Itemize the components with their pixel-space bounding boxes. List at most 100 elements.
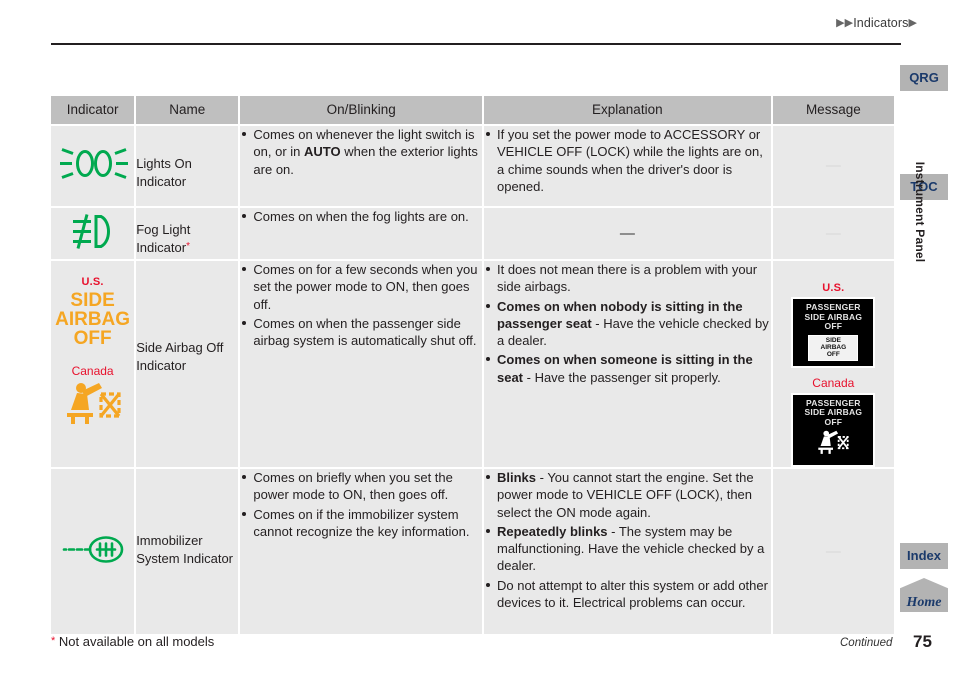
bullet-text-after: - You cannot start the engine. Set the p… [496,470,754,520]
list-item: Comes on if the immobilizer system canno… [240,506,482,541]
on-blinking-list: Comes on whenever the light switch is on… [240,126,482,178]
column-header-name: Name [135,96,241,126]
indicator-name-label: Side Airbag Off Indicator [136,340,224,373]
indicator-name-label: Lights On Indicator [136,156,192,189]
side-navigation-rail: QRG TOC Instrument Panel Index Home [894,0,954,674]
column-header-explanation: Explanation [482,96,773,126]
airbag-word: AIRBAG [55,309,131,330]
explanation-list: Blinks - You cannot start the engine. Se… [484,469,771,611]
explanation-cell: If you set the power mode to ACCESSORY o… [482,125,773,208]
indicator-icon-cell [51,207,137,261]
message-dash: — [825,224,841,242]
badge-line-2: AIRBAG [820,343,847,351]
off-word: OFF [73,328,112,349]
message-dash: — [825,157,841,174]
side-word: SIDE [70,290,115,311]
us-label: U.S. [81,276,104,288]
indicator-name-cell: Lights On Indicator [135,125,241,208]
bullet-text: Comes on for a few seconds when you set … [253,262,478,312]
column-header-indicator: Indicator [51,96,137,126]
lights-on-icon-svg [59,148,128,179]
footnote-asterisk: * [186,240,190,252]
list-item: Do not attempt to alter this system or a… [484,577,771,612]
indicator-icon-cell [51,125,137,208]
indicator-name-label: Immobilizer System Indicator [136,533,234,566]
message-us-label: U.S. [822,282,845,294]
immobilizer-key-icon-svg [62,535,123,563]
us-message-box: PASSENGER SIDE AIRBAG OFF SIDE AIRBAG OF… [791,297,876,368]
message-display-group: U.S. PASSENGER SIDE AIRBAG OFF SIDE AIRB… [773,261,894,467]
list-item: Repeatedly blinks - The system may be ma… [484,523,771,575]
breadcrumb-prefix-arrows: ▶▶ [836,17,854,29]
table-row: Immobilizer System Indicator Comes on br… [51,468,894,634]
column-header-message: Message [771,96,894,126]
indicator-icon-cell [51,468,137,634]
message-cell: — [771,468,894,634]
bullet-bold: Repeatedly blinks [496,523,608,539]
canada-message-box: PASSENGER SIDE AIRBAG OFF [791,392,876,467]
message-cell: — [771,207,894,261]
lights-on-indicator-icon [51,144,134,189]
message-cell: — [771,125,894,208]
home-button[interactable]: Home [900,578,948,612]
list-item: Comes on when nobody is sitting in the p… [484,298,771,350]
explanation-list: If you set the power mode to ACCESSORY o… [484,126,771,195]
list-item: It does not mean there is a problem with… [484,261,771,296]
on-blinking-list: Comes on when the fog lights are on. [240,208,482,225]
qrg-button[interactable]: QRG [900,65,948,91]
side-airbag-off-badge: SIDE AIRBAG OFF [808,334,859,361]
explanation-cell: — [482,207,773,261]
message-canada-label: Canada [812,375,855,390]
continued-label: Continued [840,637,893,649]
page-number: 75 [913,632,932,651]
canada-label: Canada [71,364,114,378]
table-header-row: Indicator Name On/Blinking Explanation M… [51,96,894,126]
on-blinking-cell: Comes on for a few seconds when you set … [239,260,484,469]
message-dash-wrap: — [773,225,894,243]
canada-message-airbag-symbol-icon [818,430,849,454]
list-item: Comes on when someone is sitting in the … [484,351,771,386]
immobilizer-system-indicator-icon [51,534,134,569]
home-button-label: Home [906,595,942,610]
explanation-dash: — [619,224,635,242]
message-line-3: OFF [824,321,843,331]
bullet-text: Do not attempt to alter this system or a… [496,577,768,610]
list-item: Comes on for a few seconds when you set … [240,261,482,313]
on-blinking-cell: Comes on when the fog lights are on. [239,207,484,261]
table-row: U.S. SIDE AIRBAG OFF Canada Side Airbag … [51,260,894,469]
message-dash-wrap: — [773,157,894,175]
bullet-text: Comes on when the fog lights are on. [253,209,469,224]
list-item: Blinks - You cannot start the engine. Se… [484,469,771,521]
indicator-name-cell: Fog Light Indicator* [135,207,241,261]
list-item: Comes on briefly when you set the power … [240,469,482,504]
section-title: Instrument Panel [913,161,927,263]
footnote-asterisk: * [51,635,56,647]
footnote: * Not available on all models [51,634,214,649]
bullet-text: It does not mean there is a problem with… [496,262,758,295]
bullet-bold: Blinks [496,470,536,485]
fog-light-indicator-icon [51,212,134,255]
indicator-name-cell: Immobilizer System Indicator [135,468,241,634]
bullet-text: If you set the power mode to ACCESSORY o… [496,127,763,194]
index-button[interactable]: Index [900,543,948,569]
canada-side-airbag-symbol-icon [66,383,121,424]
indicators-table: Indicator Name On/Blinking Explanation M… [51,96,894,634]
indicator-icon-cell: U.S. SIDE AIRBAG OFF Canada [51,260,137,469]
message-dash: — [825,542,841,560]
fog-light-icon-svg [72,213,110,249]
list-item: Comes on when the passenger side airbag … [240,315,482,350]
explanation-cell: It does not mean there is a problem with… [482,260,773,469]
explanation-list: It does not mean there is a problem with… [484,261,771,386]
breadcrumb: ▶▶Indicators▶ [0,16,917,30]
on-blinking-list: Comes on briefly when you set the power … [240,469,482,540]
bullet-text: Comes on briefly when you set the power … [253,470,453,503]
column-header-on-blinking: On/Blinking [239,96,484,126]
badge-line-1: SIDE [825,336,841,344]
indicator-name-label: Fog Light Indicator [136,222,191,255]
message-cell: U.S. PASSENGER SIDE AIRBAG OFF SIDE AIRB… [771,260,894,469]
header-divider [51,43,901,45]
explanation-dash-wrap: — [484,225,771,243]
bullet-bold: AUTO [304,144,341,160]
table-row: Fog Light Indicator* Comes on when the f… [51,207,894,261]
message-line-3: OFF [824,416,843,427]
